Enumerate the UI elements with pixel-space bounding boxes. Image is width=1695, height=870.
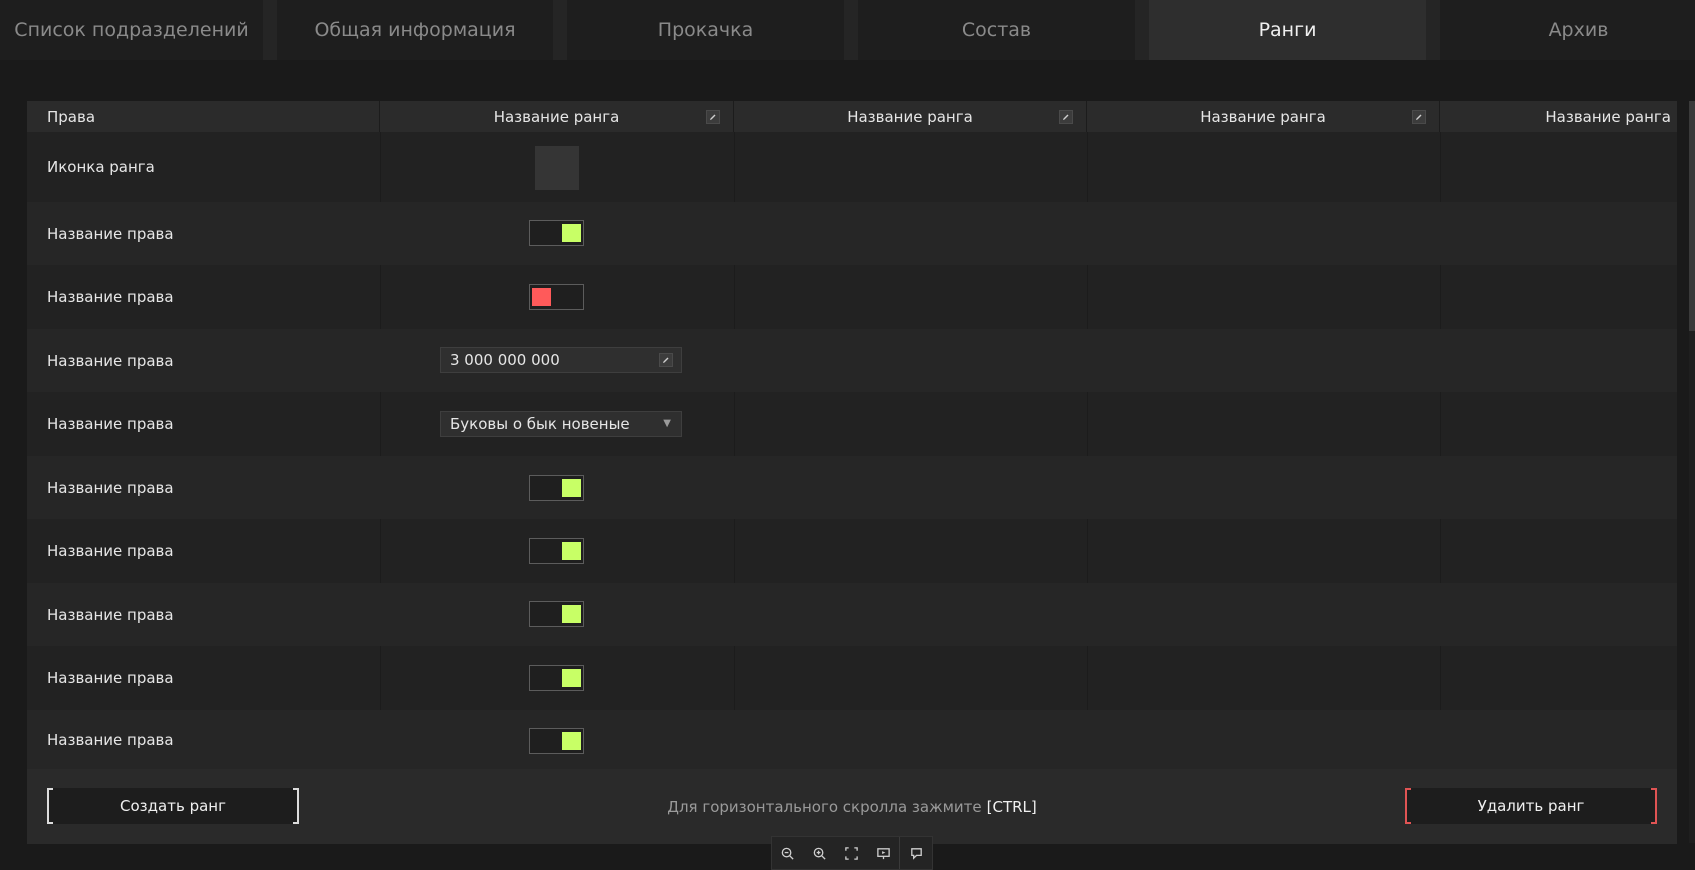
edit-value-button[interactable]: [659, 353, 673, 367]
rank-name-label: Название ранга: [847, 107, 973, 126]
permission-select[interactable]: Буковы о бык новеные ▼: [440, 411, 682, 437]
table-row: Название права Буковы о бык новеные ▼: [27, 392, 1677, 456]
permission-toggle[interactable]: [529, 601, 584, 627]
presentation-icon: [877, 847, 890, 859]
table-header: Права Название ранга Название ранга Назв…: [27, 101, 1677, 132]
fit-screen-button[interactable]: [836, 837, 868, 869]
permission-toggle[interactable]: [529, 728, 584, 754]
permission-toggle[interactable]: [529, 665, 584, 691]
permission-number-input[interactable]: 3 000 000 000: [440, 347, 682, 373]
zoom-toolbar: [771, 836, 933, 870]
tab-bar: Список подразделений Общая информация Пр…: [0, 0, 1695, 60]
zoom-in-button[interactable]: [804, 837, 836, 869]
table-row: Название права 3 000 000 000: [27, 329, 1677, 392]
table-footer: Создать ранг Для горизонтального скролла…: [27, 769, 1677, 844]
toggle-knob: [562, 542, 581, 560]
toggle-knob: [562, 669, 581, 687]
row-label: Иконка ранга: [47, 158, 155, 176]
table-row: Иконка ранга: [27, 132, 1677, 202]
pencil-icon: [710, 114, 716, 120]
tab-upgrade[interactable]: Прокачка: [567, 0, 844, 60]
rank-name-label: Название ранга: [1545, 107, 1671, 126]
zoom-in-icon: [813, 847, 826, 860]
permission-toggle[interactable]: [529, 475, 584, 501]
toggle-knob: [532, 288, 551, 306]
rank-name-label: Название ранга: [493, 107, 620, 126]
tab-units-list[interactable]: Список подразделений: [0, 0, 263, 60]
create-rank-button[interactable]: Создать ранг: [47, 788, 299, 824]
row-label: Название права: [47, 224, 174, 243]
button-corner: [47, 788, 53, 824]
tab-separator: [553, 0, 567, 60]
edit-rank-name-button[interactable]: [1059, 110, 1073, 124]
rights-column-header: Права: [27, 101, 380, 132]
toggle-knob: [562, 479, 581, 497]
table-row: Название права: [27, 265, 1677, 329]
presentation-button[interactable]: [867, 837, 899, 869]
toggle-knob: [562, 732, 581, 750]
table-row: Название права: [27, 646, 1677, 710]
row-label: Название права: [47, 730, 174, 749]
tab-separator: [844, 0, 858, 60]
pencil-icon: [1063, 114, 1069, 120]
edit-rank-name-button[interactable]: [706, 110, 720, 124]
tab-separator: [1426, 0, 1440, 60]
toggle-knob: [562, 224, 581, 242]
button-corner: [1405, 788, 1411, 824]
tab-separator: [1135, 0, 1149, 60]
button-corner: [293, 788, 299, 824]
pencil-icon: [1416, 114, 1422, 120]
permission-toggle[interactable]: [529, 284, 584, 310]
pencil-icon: [663, 357, 669, 363]
comment-icon: [910, 847, 922, 860]
delete-rank-label: Удалить ранг: [1477, 797, 1585, 815]
number-value: 3 000 000 000: [450, 351, 560, 369]
table-row: Название права: [27, 710, 1677, 769]
table-row: Название права: [27, 583, 1677, 646]
tab-archive[interactable]: Архив: [1440, 0, 1695, 60]
row-label: Название права: [47, 415, 174, 433]
zoom-out-button[interactable]: [772, 837, 804, 869]
tab-ranks[interactable]: Ранги: [1149, 0, 1426, 60]
permission-toggle[interactable]: [529, 220, 584, 246]
row-label: Название права: [47, 351, 174, 370]
table-row: Название права: [27, 202, 1677, 265]
permission-toggle[interactable]: [529, 538, 584, 564]
row-label: Название права: [47, 669, 174, 687]
button-corner: [1651, 788, 1657, 824]
edit-rank-name-button[interactable]: [1412, 110, 1426, 124]
rank-name-label: Название ранга: [1200, 107, 1326, 126]
row-label: Название права: [47, 542, 174, 560]
tab-members[interactable]: Состав: [858, 0, 1135, 60]
scroll-hint-key: [CTRL]: [986, 797, 1037, 816]
row-label: Название права: [47, 478, 174, 497]
fit-screen-icon: [845, 846, 858, 860]
rank-column-header: Название ранга: [380, 101, 734, 132]
rank-column-header: Название ранга: [1087, 101, 1440, 132]
comment-button[interactable]: [900, 837, 932, 869]
vertical-scrollbar-thumb[interactable]: [1689, 101, 1695, 331]
rank-column-header: Название ранга: [1440, 101, 1677, 132]
ranks-table: Права Название ранга Название ранга Назв…: [27, 101, 1677, 769]
tab-general-info[interactable]: Общая информация: [277, 0, 553, 60]
delete-rank-button[interactable]: Удалить ранг: [1405, 788, 1657, 824]
zoom-out-icon: [782, 847, 794, 860]
table-row: Название права: [27, 456, 1677, 519]
rights-header-label: Права: [47, 107, 96, 126]
rank-icon-placeholder[interactable]: [535, 146, 579, 190]
row-label: Название права: [47, 605, 174, 624]
scroll-hint-text: Для горизонтального скролла зажмите: [667, 797, 982, 816]
rank-column-header: Название ранга: [734, 101, 1087, 132]
select-value: Буковы о бык новеные: [450, 415, 630, 433]
toggle-knob: [562, 605, 581, 623]
tab-separator: [263, 0, 277, 60]
chevron-down-icon: ▼: [663, 418, 671, 429]
create-rank-label: Создать ранг: [120, 797, 226, 815]
row-label: Название права: [47, 288, 174, 306]
table-row: Название права: [27, 519, 1677, 583]
